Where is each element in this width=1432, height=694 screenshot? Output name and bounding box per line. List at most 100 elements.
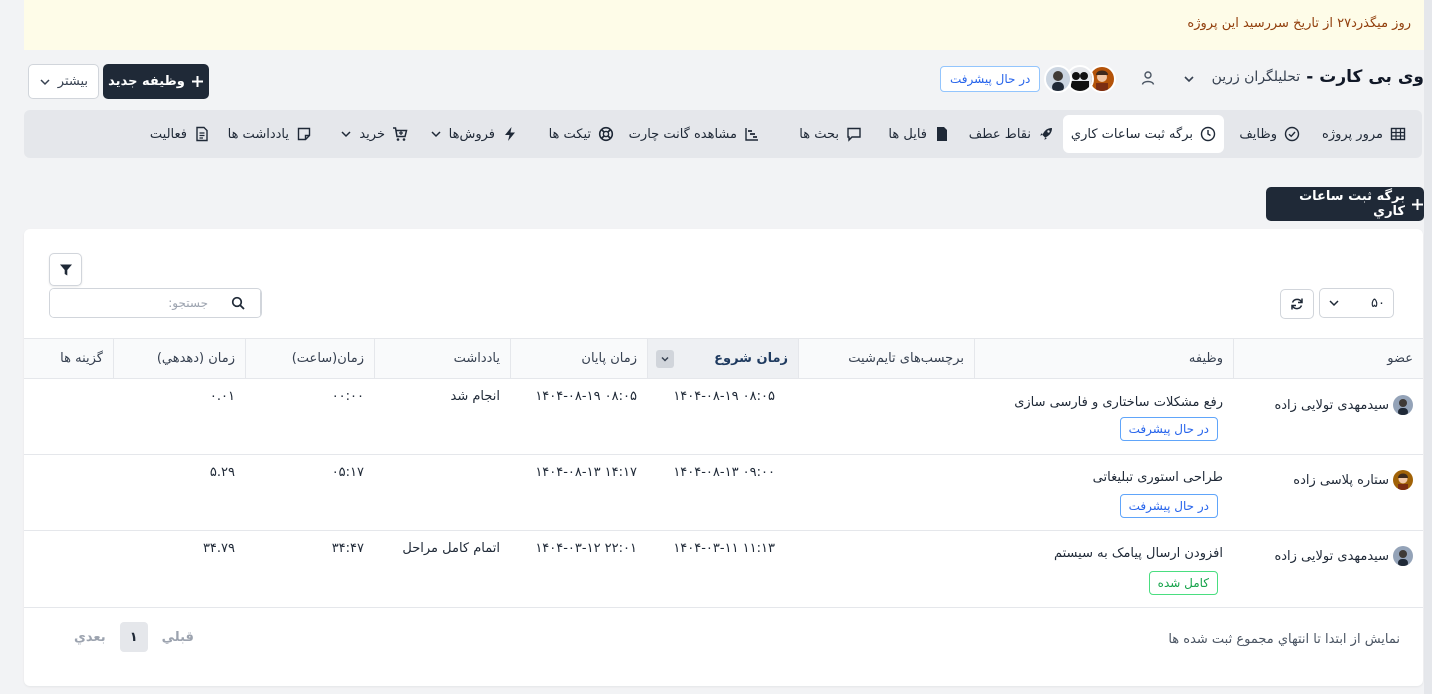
tab-label: فایل ها	[888, 126, 927, 142]
decimal-cell: ۳۴.۷۹	[202, 541, 235, 556]
client-name[interactable]: تحلیلگران زرین	[1212, 69, 1301, 85]
note-cell: انجام شد	[450, 389, 500, 404]
next-page-button[interactable]: بعدي	[70, 630, 110, 645]
note-cell: اتمام کامل مراحل	[402, 541, 500, 556]
overdue-alert: روز میگذرد۲۷ از تاریخ سررسید این پروژه	[24, 0, 1432, 50]
tab-files[interactable]: فایل ها	[880, 115, 958, 153]
search-icon	[231, 296, 245, 310]
member-cell[interactable]: ستاره پلاسی زاده	[1293, 470, 1413, 490]
check-circle-icon	[1284, 126, 1300, 142]
bolt-icon	[502, 126, 518, 142]
table-row: ستاره پلاسی زاده طراحی استوری تبلیغاتی د…	[24, 455, 1423, 531]
hours-cell: ۰۵:۱۷	[331, 465, 364, 480]
chat-icon	[846, 126, 862, 142]
start-time: ۱۴۰۴-۰۸-۱۳ ۰۹:۰۰	[673, 465, 775, 480]
column-header-start-time[interactable]: زمان شروع	[647, 339, 798, 378]
prev-page-button[interactable]: قبلي	[158, 630, 198, 645]
scrollbar[interactable]	[1424, 0, 1432, 694]
chevron-down-icon	[1328, 297, 1340, 309]
column-header-tags[interactable]: برچسب‌های تایم‌شیت	[798, 339, 974, 378]
refresh-button[interactable]	[1280, 289, 1314, 319]
tab-label: برگه ثبت ساعات کاري	[1070, 126, 1193, 142]
filter-icon	[59, 263, 73, 277]
tab-notes[interactable]: یادداشت ها	[220, 115, 320, 153]
task-status-badge: در حال پیشرفت	[1119, 494, 1218, 518]
tab-tickets[interactable]: تیکت ها	[541, 115, 622, 153]
filter-button[interactable]	[49, 253, 82, 286]
tab-purchases[interactable]: خرید	[332, 115, 416, 153]
refresh-icon	[1290, 297, 1304, 311]
page-size-value: ۵۰	[1371, 295, 1385, 311]
start-time: ۱۴۰۴-۰۸-۱۹ ۰۸:۰۵	[673, 389, 775, 404]
column-header-task[interactable]: وظیفه	[974, 339, 1233, 378]
end-time: ۱۴۰۴-۰۸-۱۹ ۰۸:۰۵	[535, 389, 637, 404]
end-time: ۱۴۰۴-۰۳-۱۲ ۲۲:۰۱	[535, 541, 637, 556]
tab-discussions[interactable]: بحث ها	[791, 115, 870, 153]
project-header: وی بی کارت - تحلیلگران زرین	[1212, 67, 1424, 87]
tab-gantt-chart[interactable]: مشاهده گانت چارت	[621, 115, 768, 153]
grid-icon	[1390, 126, 1406, 142]
project-name: وی بی کارت	[1319, 67, 1424, 87]
search-box	[49, 288, 262, 318]
lifebuoy-icon	[598, 126, 614, 142]
cart-icon	[392, 126, 408, 142]
tab-sales[interactable]: فروش‌ها	[422, 115, 526, 153]
search-input[interactable]	[50, 289, 216, 317]
member-cell[interactable]: سیدمهدی تولایی زاده	[1274, 395, 1413, 415]
tab-label: بحث ها	[799, 126, 839, 142]
user-icon[interactable]	[1140, 70, 1156, 86]
task-name[interactable]: رفع مشکلات ساختاری و فارسی سازی	[1014, 395, 1223, 410]
member-cell[interactable]: سیدمهدی تولایی زاده	[1274, 546, 1413, 566]
column-header-end-time[interactable]: زمان پایان	[510, 339, 647, 378]
tab-tasks[interactable]: وظایف	[1231, 115, 1308, 153]
note-icon	[296, 126, 312, 142]
task-name[interactable]: طراحی استوری تبلیغاتی	[1093, 470, 1223, 485]
tab-milestones[interactable]: نقاط عطف	[961, 115, 1062, 153]
tab-activity[interactable]: فعالیت	[142, 115, 218, 153]
end-time: ۱۴۰۴-۰۸-۱۳ ۱۴:۱۷	[535, 465, 637, 480]
add-timesheet-label: برگه ثبت ساعات کاري	[1299, 189, 1405, 219]
tab-label: مشاهده گانت چارت	[628, 126, 737, 142]
avatar[interactable]	[1044, 65, 1072, 93]
table-info: نمایش از ابتدا تا انتهاي مجموع ثبت شده ه…	[1168, 632, 1400, 647]
column-header-note[interactable]: یادداشت	[374, 339, 510, 378]
column-header-hours[interactable]: زمان(ساعت)	[245, 339, 374, 378]
tab-project-overview[interactable]: مرور پروژه	[1314, 115, 1414, 153]
column-header-decimal[interactable]: زمان (دهدهي)	[113, 339, 245, 378]
column-label: زمان (دهدهي)	[156, 351, 235, 366]
column-label: زمان(ساعت)	[291, 351, 364, 366]
project-status-badge: در حال پیشرفت	[940, 66, 1041, 92]
tab-label: وظایف	[1239, 126, 1277, 142]
tab-label: فروش‌ها	[448, 126, 495, 142]
pagination: بعدي ۱ قبلي	[70, 622, 198, 652]
tab-label: یادداشت ها	[227, 126, 289, 142]
column-label: زمان پایان	[581, 351, 637, 366]
table-row: سیدمهدی تولایی زاده افزودن ارسال پیامک ب…	[24, 531, 1423, 608]
column-label: یادداشت	[453, 351, 500, 366]
search-button[interactable]	[216, 289, 261, 317]
column-label: وظیفه	[1188, 351, 1223, 366]
task-name[interactable]: افزودن ارسال پیامک به سیستم	[1054, 546, 1223, 561]
avatar	[1393, 395, 1413, 415]
project-tabs: مرور پروژه وظایف برگه ثبت ساعات کاري نقا…	[24, 110, 1422, 158]
table-header: عضو وظیفه برچسب‌های تایم‌شیت زمان شروع ز…	[24, 338, 1423, 379]
decimal-cell: ۵.۲۹	[209, 465, 235, 480]
page-size-select[interactable]: ۵۰	[1319, 288, 1394, 318]
tab-timesheets[interactable]: برگه ثبت ساعات کاري	[1062, 115, 1224, 153]
current-page[interactable]: ۱	[119, 622, 148, 652]
column-header-member[interactable]: عضو	[1233, 339, 1423, 378]
column-label: عضو	[1387, 351, 1413, 366]
avatar	[1393, 546, 1413, 566]
file-icon	[934, 126, 950, 142]
document-icon	[194, 126, 210, 142]
new-task-button[interactable]: وظیفه جدید	[103, 64, 209, 99]
new-task-label: وظیفه جدید	[108, 74, 185, 89]
more-dropdown[interactable]: بیشتر	[28, 64, 99, 99]
chevron-down-icon[interactable]	[1182, 72, 1196, 86]
table-row: سیدمهدی تولایی زاده رفع مشکلات ساختاری و…	[24, 379, 1423, 455]
column-label: زمان شروع	[714, 351, 788, 366]
add-timesheet-button[interactable]: برگه ثبت ساعات کاري	[1266, 187, 1424, 221]
project-members	[1044, 65, 1116, 93]
tab-label: فعالیت	[149, 126, 187, 142]
member-name: سیدمهدی تولایی زاده	[1274, 397, 1389, 413]
